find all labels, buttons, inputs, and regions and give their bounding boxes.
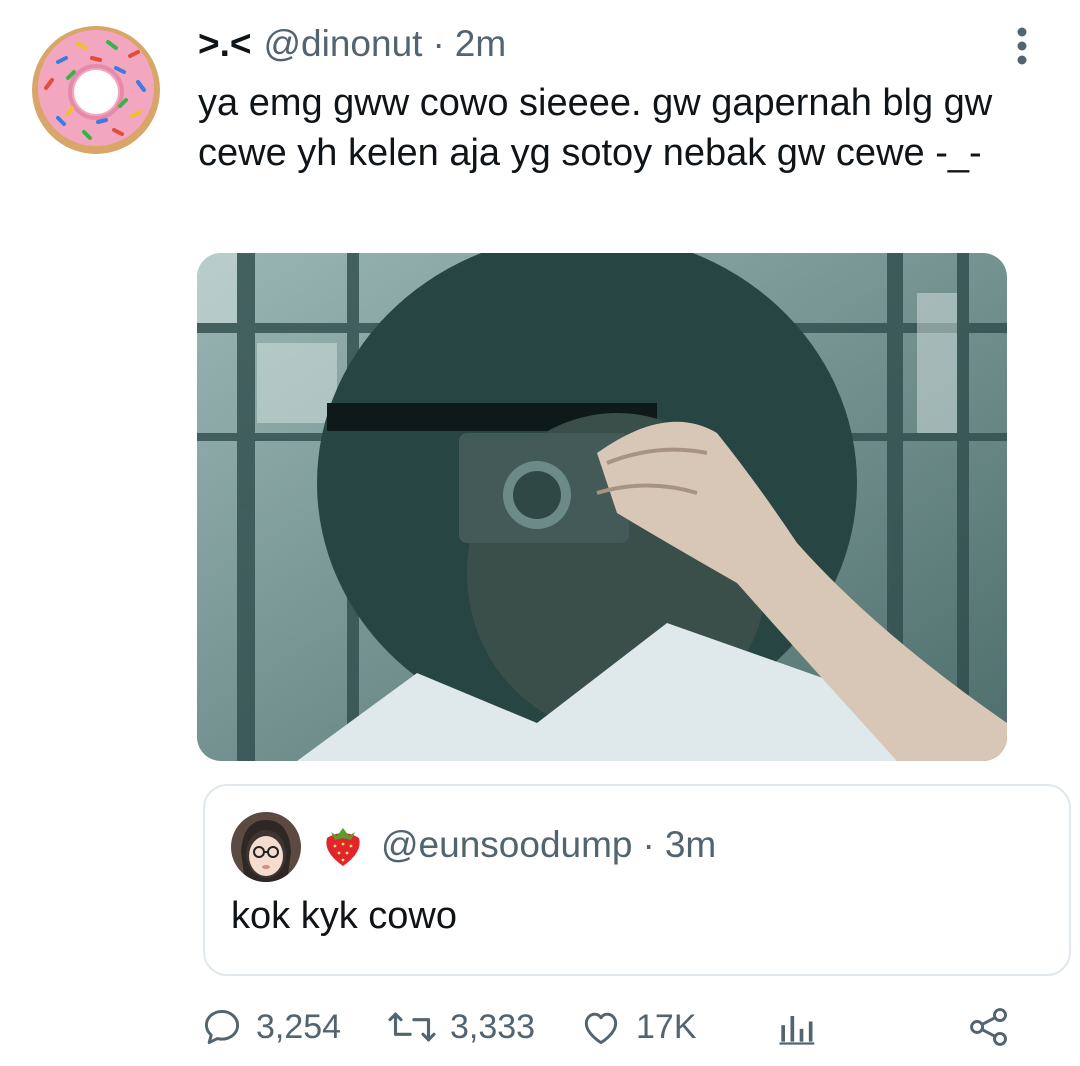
tweet-text: ya emg gww cowo sieeee. gw gapernah blg … (198, 82, 993, 174)
retweet-button[interactable]: 3,333 (386, 1002, 535, 1052)
share-button[interactable] (966, 1002, 1024, 1052)
heart-icon (584, 1012, 618, 1045)
analytics-button[interactable] (774, 1002, 830, 1052)
like-button[interactable]: 17K (578, 1002, 697, 1052)
more-vertical-icon[interactable] (1004, 26, 1040, 66)
separator-dot: · (432, 23, 445, 64)
tweet-action-bar: 3,254 3,333 17K (200, 1002, 1020, 1052)
reply-count: 3,254 (256, 1007, 342, 1046)
tweet-photo[interactable] (197, 253, 1007, 761)
quoted-user-handle[interactable]: @eunsoodump (381, 824, 633, 866)
tweet-header: >.< @dinonut · 2m (198, 22, 506, 66)
donut-avatar-icon[interactable] (28, 22, 164, 158)
quoted-user-avatar[interactable] (231, 812, 301, 882)
separator-dot: · (642, 824, 655, 865)
retweet-count: 3,333 (450, 1007, 536, 1046)
display-name[interactable]: >.< (198, 23, 252, 65)
like-count: 17K (636, 1007, 697, 1046)
quote-header: @eunsoodump · 3m (321, 822, 716, 868)
reply-button[interactable]: 3,254 (200, 1002, 341, 1052)
share-icon (970, 1008, 1007, 1046)
reply-icon (204, 1009, 240, 1045)
quote-tweet[interactable]: @eunsoodump · 3m kok kyk cowo (203, 784, 1071, 976)
strawberry-icon (321, 822, 365, 868)
quote-timestamp[interactable]: 3m (665, 824, 716, 866)
timestamp[interactable]: 2m (455, 23, 506, 65)
analytics-icon (779, 1016, 815, 1045)
quote-text: kok kyk cowo (231, 895, 457, 937)
retweet-icon (388, 1012, 436, 1042)
user-handle[interactable]: @dinonut (264, 23, 423, 65)
